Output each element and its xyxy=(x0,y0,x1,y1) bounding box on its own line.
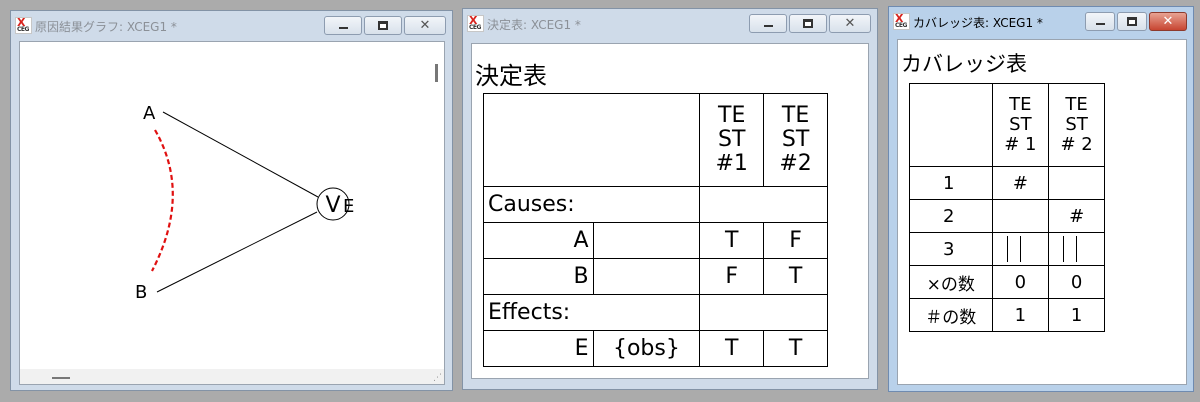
table-header-row: TE ST #1 TE ST #2 xyxy=(482,93,828,187)
close-icon: ✕ xyxy=(1162,14,1174,29)
test-2-value[interactable]: T xyxy=(763,258,828,295)
minimize-button[interactable] xyxy=(324,16,362,35)
table-row: B F T xyxy=(483,258,828,295)
node-e-label[interactable]: E xyxy=(343,196,354,217)
test-1-value: 1 xyxy=(991,298,1050,332)
table-header-row: TE ST # 1 TE ST # 2 xyxy=(909,83,1105,167)
coverage-row-label: ＃の数 xyxy=(909,298,993,332)
or-operator-label: V xyxy=(325,193,340,218)
resize-grip-icon[interactable]: ⋰ xyxy=(433,373,442,383)
maximize-button[interactable] xyxy=(364,16,402,35)
decision-window[interactable]: X CEG 決定表: XCEG1 * ✕ 決定表 TE ST #1 TE ST #… xyxy=(462,8,878,390)
cause-effect-graph[interactable]: V A B E xyxy=(20,42,428,372)
table-row: 2 # xyxy=(909,199,1105,233)
effects-blank-cell xyxy=(699,294,828,331)
graph-window-title: 原因結果グラフ: XCEG1 * xyxy=(35,20,177,34)
test-2-header: TE ST # 2 xyxy=(1048,83,1105,167)
close-icon: ✕ xyxy=(419,18,431,33)
test-2-value: 0 xyxy=(1048,265,1105,299)
coverage-table: TE ST # 1 TE ST # 2 1 # 2 # 3 ×の数 0 0 ＃の… xyxy=(909,83,1105,332)
coverage-row-label: ×の数 xyxy=(909,265,993,299)
coverage-row-label: 2 xyxy=(909,199,993,233)
coverage-window-title: カバレッジ表: XCEG1 * xyxy=(913,16,1043,30)
header-blank-cell xyxy=(909,83,993,167)
test-1-value[interactable]: T xyxy=(699,222,765,259)
coverage-window[interactable]: X CEG カバレッジ表: XCEG1 * ✕ カバレッジ表 TE ST # 1 … xyxy=(888,6,1194,392)
causes-label: Causes: xyxy=(482,186,701,223)
table-row: 1 # xyxy=(909,166,1105,200)
test-2-value[interactable]: T xyxy=(763,330,828,367)
graph-titlebar[interactable]: X CEG 原因結果グラフ: XCEG1 * ✕ xyxy=(11,11,452,41)
test-1-header: TE ST # 1 xyxy=(991,83,1050,167)
test-1-value xyxy=(991,232,1050,266)
close-button[interactable]: ✕ xyxy=(1149,12,1187,31)
effects-section-row: Effects: xyxy=(482,294,828,331)
vertical-scroll-thumb[interactable] xyxy=(435,64,438,82)
maximize-icon xyxy=(1127,17,1137,26)
close-icon: ✕ xyxy=(844,16,856,31)
minimize-button[interactable] xyxy=(1085,12,1115,31)
constraint-arc[interactable] xyxy=(151,129,174,272)
minimize-icon xyxy=(1096,23,1105,25)
effect-obs-cell: {obs} xyxy=(592,330,701,367)
cause-name-cell: B xyxy=(483,258,594,295)
close-button[interactable]: ✕ xyxy=(829,14,871,33)
maximize-button[interactable] xyxy=(789,14,827,33)
maximize-button[interactable] xyxy=(1117,12,1147,31)
test-1-value: 0 xyxy=(991,265,1050,299)
header-blank-cell xyxy=(482,93,701,187)
coverage-client[interactable]: カバレッジ表 TE ST # 1 TE ST # 2 1 # 2 # 3 ×の数… xyxy=(897,39,1187,385)
cause-obs-cell xyxy=(592,222,701,259)
test-2-header: TE ST #2 xyxy=(763,93,828,187)
test-1-value[interactable]: F xyxy=(699,258,765,295)
minimize-button[interactable] xyxy=(749,14,787,33)
test-1-value xyxy=(991,199,1050,233)
effects-label: Effects: xyxy=(482,294,701,331)
coverage-heading: カバレッジ表 xyxy=(901,52,1027,76)
cause-obs-cell xyxy=(592,258,701,295)
table-row: ＃の数 1 1 xyxy=(909,298,1105,332)
edge-b-to-or[interactable] xyxy=(156,211,318,293)
app-icon: X CEG xyxy=(15,16,32,34)
decision-table: TE ST #1 TE ST #2 Causes: A T F B F T Ef… xyxy=(482,93,828,367)
graph-canvas[interactable]: V A B E ⋰ xyxy=(19,41,445,385)
test-2-value xyxy=(1048,166,1105,200)
minimize-icon xyxy=(339,27,348,29)
horizontal-scroll-thumb[interactable] xyxy=(52,377,70,379)
table-row: A T F xyxy=(483,222,828,259)
test-1-value: # xyxy=(991,166,1050,200)
table-row: E {obs} T T xyxy=(483,330,828,367)
test-1-value[interactable]: T xyxy=(699,330,765,367)
node-a-label[interactable]: A xyxy=(143,103,156,124)
vertical-scrollbar[interactable] xyxy=(426,42,444,372)
minimize-icon xyxy=(764,25,773,27)
test-2-value[interactable]: F xyxy=(763,222,828,259)
causes-section-row: Causes: xyxy=(482,186,828,223)
causes-blank-cell xyxy=(699,186,828,223)
test-2-value: 1 xyxy=(1048,298,1105,332)
node-b-label[interactable]: B xyxy=(135,282,147,303)
test-1-header: TE ST #1 xyxy=(699,93,765,187)
decision-client[interactable]: 決定表 TE ST #1 TE ST #2 Causes: A T F B F xyxy=(471,43,869,379)
horizontal-scrollbar[interactable]: ⋰ xyxy=(20,369,444,384)
coverage-row-label: 3 xyxy=(909,232,993,266)
cause-name-cell: A xyxy=(483,222,594,259)
test-2-value xyxy=(1048,232,1105,266)
table-row: 3 xyxy=(909,232,1105,266)
coverage-titlebar[interactable]: X CEG カバレッジ表: XCEG1 * ✕ xyxy=(889,7,1193,37)
effect-name-cell: E xyxy=(483,330,594,367)
decision-titlebar[interactable]: X CEG 決定表: XCEG1 * ✕ xyxy=(463,9,877,39)
maximize-icon xyxy=(378,21,388,30)
close-button[interactable]: ✕ xyxy=(404,16,446,35)
app-icon: X CEG xyxy=(467,14,484,32)
decision-window-title: 決定表: XCEG1 * xyxy=(487,18,581,32)
table-row: ×の数 0 0 xyxy=(909,265,1105,299)
graph-window[interactable]: X CEG 原因結果グラフ: XCEG1 * ✕ V A B E ⋰ xyxy=(10,10,453,391)
test-2-value: # xyxy=(1048,199,1105,233)
edge-a-to-or[interactable] xyxy=(162,111,319,198)
decision-heading: 決定表 xyxy=(475,62,547,90)
coverage-row-label: 1 xyxy=(909,166,993,200)
maximize-icon xyxy=(803,19,813,28)
app-icon: X CEG xyxy=(893,12,910,30)
